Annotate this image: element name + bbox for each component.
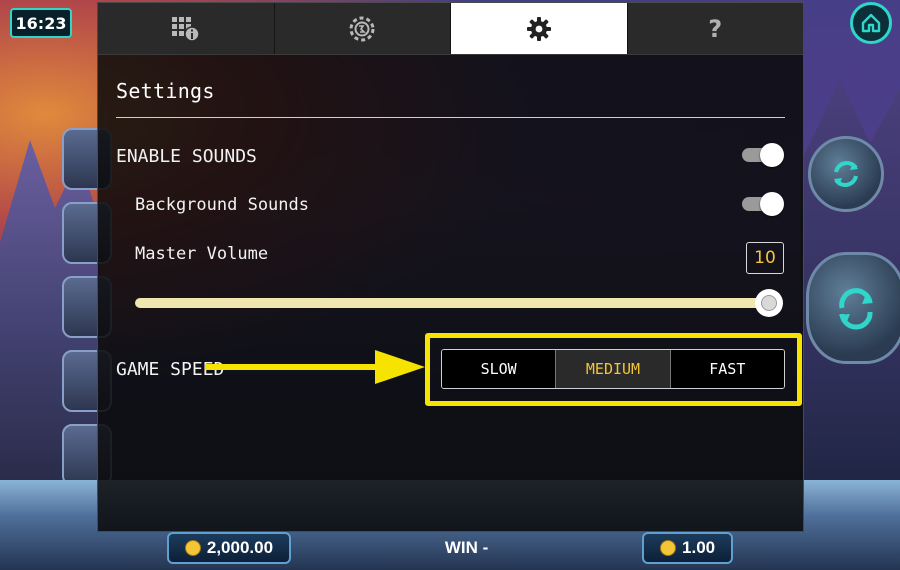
modal-tab-bar: ?: [98, 3, 803, 55]
home-icon: [861, 13, 881, 33]
master-volume-label: Master Volume: [135, 244, 269, 264]
bet-value: 1.00: [682, 538, 716, 557]
game-speed-selector: SLOW MEDIUM FAST: [441, 349, 785, 389]
chip-icon: [349, 16, 375, 41]
enable-sounds-label: ENABLE SOUNDS: [116, 146, 257, 167]
win-display: WIN -: [445, 538, 488, 558]
master-volume-value: 10: [746, 242, 784, 274]
question-mark-icon: ?: [708, 14, 723, 43]
balance-value: 2,000.00: [206, 538, 274, 557]
speed-fast-button[interactable]: FAST: [670, 350, 784, 388]
autoplay-button[interactable]: [808, 136, 884, 212]
tab-help[interactable]: ?: [627, 3, 803, 54]
pointer-arrow-icon: [205, 350, 425, 384]
win-label: WIN: [444, 538, 478, 557]
autoplay-icon: [834, 161, 858, 187]
page-title: Settings: [116, 79, 215, 103]
slider-thumb[interactable]: [755, 289, 783, 317]
coin-icon: [660, 540, 677, 556]
settings-modal: ? Settings ENABLE SOUNDS Background Soun…: [97, 2, 804, 532]
slider-rail: [135, 298, 771, 308]
tab-paytable[interactable]: [98, 3, 275, 54]
bet-display[interactable]: 1.00: [642, 532, 734, 564]
spin-icon: [839, 288, 873, 330]
background-sounds-label: Background Sounds: [135, 195, 309, 215]
speed-slow-button[interactable]: SLOW: [442, 350, 557, 388]
tab-settings[interactable]: [451, 3, 628, 54]
bottom-bar: 2,000.00 WIN - 1.00: [90, 526, 810, 570]
win-value: -: [482, 538, 489, 557]
home-button[interactable]: [850, 2, 892, 44]
enable-sounds-toggle[interactable]: [742, 143, 784, 167]
speed-medium-button[interactable]: MEDIUM: [556, 350, 671, 388]
toggle-knob: [760, 192, 784, 216]
toggle-knob: [760, 143, 784, 167]
clock: 16:23: [10, 8, 72, 38]
spin-button[interactable]: [806, 252, 900, 364]
background-sounds-toggle[interactable]: [742, 192, 784, 216]
coin-icon: [184, 540, 201, 556]
master-volume-slider[interactable]: [135, 289, 783, 317]
gear-icon: [526, 16, 551, 41]
paytable-info-icon: [171, 16, 200, 42]
title-divider: [116, 117, 785, 118]
balance-display: 2,000.00: [166, 532, 292, 564]
tab-bet[interactable]: [274, 3, 451, 54]
